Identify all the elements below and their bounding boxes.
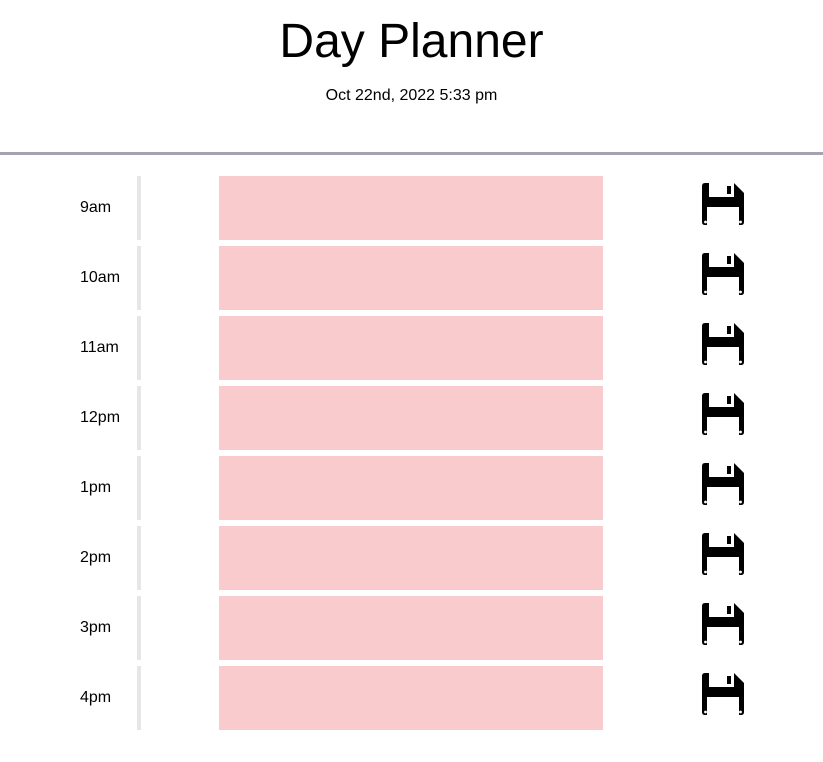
save-button[interactable] <box>699 180 747 228</box>
page-title: Day Planner <box>279 15 544 68</box>
current-date: Oct 22nd, 2022 5:33 pm <box>325 87 498 104</box>
floppy-disk-icon <box>702 463 744 505</box>
header-divider <box>0 152 823 155</box>
save-button[interactable] <box>699 390 747 438</box>
save-button[interactable] <box>699 600 747 648</box>
event-textarea[interactable] <box>219 246 603 310</box>
hour-divider <box>137 246 141 310</box>
page-header: Day Planner Oct 22nd, 2022 5:33 pm <box>0 0 823 152</box>
event-textarea[interactable] <box>219 526 603 590</box>
hour-label: 11am <box>80 339 119 356</box>
floppy-disk-icon <box>702 183 744 225</box>
save-button[interactable] <box>699 460 747 508</box>
hour-divider <box>137 176 141 240</box>
floppy-disk-icon <box>702 393 744 435</box>
time-block-list: 9am 10am 11am 12pm 1pm 2pm 3pm 4pm <box>0 176 823 736</box>
floppy-disk-icon <box>702 673 744 715</box>
hour-divider <box>137 316 141 380</box>
event-textarea[interactable] <box>219 666 603 730</box>
hour-label: 10am <box>80 269 121 286</box>
hour-divider <box>137 666 141 730</box>
save-button[interactable] <box>699 670 747 718</box>
hour-label: 4pm <box>80 689 112 706</box>
event-textarea[interactable] <box>219 386 603 450</box>
hour-divider <box>137 386 141 450</box>
time-block-row: 10am <box>0 246 823 310</box>
time-block-row: 3pm <box>0 596 823 660</box>
time-block-row: 1pm <box>0 456 823 520</box>
floppy-disk-icon <box>702 533 744 575</box>
hour-label: 2pm <box>80 549 112 566</box>
hour-divider <box>137 596 141 660</box>
time-block-row: 9am <box>0 176 823 240</box>
hour-divider <box>137 456 141 520</box>
hour-label: 9am <box>80 199 112 216</box>
floppy-disk-icon <box>702 603 744 645</box>
event-textarea[interactable] <box>219 456 603 520</box>
hour-label: 12pm <box>80 409 121 426</box>
event-textarea[interactable] <box>219 596 603 660</box>
hour-label: 1pm <box>80 479 112 496</box>
time-block-row: 2pm <box>0 526 823 590</box>
save-button[interactable] <box>699 250 747 298</box>
save-button[interactable] <box>699 320 747 368</box>
time-block-row: 12pm <box>0 386 823 450</box>
event-textarea[interactable] <box>219 316 603 380</box>
hour-divider <box>137 526 141 590</box>
time-block-row: 4pm <box>0 666 823 730</box>
save-button[interactable] <box>699 530 747 578</box>
floppy-disk-icon <box>702 253 744 295</box>
event-textarea[interactable] <box>219 176 603 240</box>
time-block-row: 11am <box>0 316 823 380</box>
hour-label: 3pm <box>80 619 112 636</box>
floppy-disk-icon <box>702 323 744 365</box>
